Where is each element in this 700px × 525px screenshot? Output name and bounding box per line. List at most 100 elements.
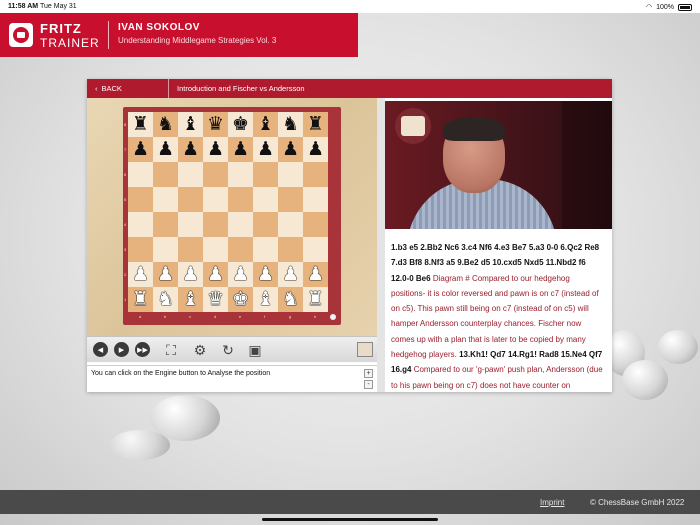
black-pawn-icon[interactable]: ♟ [182,140,199,159]
board-square-c4[interactable] [178,212,203,237]
white-bishop-icon[interactable]: ♝ [257,290,274,309]
white-knight-icon[interactable]: ♞ [282,290,299,309]
board-square-b3[interactable] [153,237,178,262]
board-square-h8[interactable]: ♜ [303,112,328,137]
board-square-h5[interactable] [303,187,328,212]
board-square-a6[interactable] [128,162,153,187]
board-square-a8[interactable]: ♜ [128,112,153,137]
board-square-b6[interactable] [153,162,178,187]
black-bishop-icon[interactable]: ♝ [257,115,274,134]
board-square-d8[interactable]: ♛ [203,112,228,137]
board-square-a1[interactable]: ♜ [128,287,153,312]
board-square-f8[interactable]: ♝ [253,112,278,137]
white-pawn-icon[interactable]: ♟ [207,265,224,284]
board-square-d2[interactable]: ♟ [203,262,228,287]
board-square-b1[interactable]: ♞ [153,287,178,312]
board-square-b4[interactable] [153,212,178,237]
black-knight-icon[interactable]: ♞ [282,115,299,134]
board-square-h6[interactable] [303,162,328,187]
save-button[interactable]: ▣ [246,341,264,359]
board-square-g7[interactable]: ♟ [278,137,303,162]
black-pawn-icon[interactable]: ♟ [232,140,249,159]
white-pawn-icon[interactable]: ♟ [132,265,149,284]
chess-board[interactable]: ♜ ♞ ♝ ♛ ♚ ♝ ♞ ♜ ♟ ♟ ♟ ♟ ♟ ♟ ♟ ♟ ♟ ♟ ♟ ♟ ♟ ♟ ♟ ♟ ♜ ♞ ♝ ♛ ♚ ♝ ♞ ♜ [128,112,328,312]
board-square-d6[interactable] [203,162,228,187]
black-pawn-icon[interactable]: ♟ [132,140,149,159]
board-square-h3[interactable] [303,237,328,262]
board-square-c5[interactable] [178,187,203,212]
next-move-button[interactable]: ▶ [114,342,129,357]
board-square-c1[interactable]: ♝ [178,287,203,312]
board-square-h2[interactable]: ♟ [303,262,328,287]
board-square-g3[interactable] [278,237,303,262]
black-rook-icon[interactable]: ♜ [132,115,149,134]
engine-button[interactable]: ⚙ [191,341,209,359]
board-square-f3[interactable] [253,237,278,262]
black-pawn-icon[interactable]: ♟ [307,140,324,159]
back-button[interactable]: ‹ BACK [87,79,169,98]
white-queen-icon[interactable]: ♛ [207,290,224,309]
board-square-b5[interactable] [153,187,178,212]
board-square-g8[interactable]: ♞ [278,112,303,137]
mini-board-icon[interactable] [357,342,373,357]
white-rook-icon[interactable]: ♜ [307,290,324,309]
scroll-down-button[interactable]: - [364,380,373,389]
board-square-d3[interactable] [203,237,228,262]
black-bishop-icon[interactable]: ♝ [182,115,199,134]
board-square-e2[interactable]: ♟ [228,262,253,287]
board-square-g6[interactable] [278,162,303,187]
prev-move-button[interactable]: ◀ [93,342,108,357]
board-square-e5[interactable] [228,187,253,212]
board-square-c6[interactable] [178,162,203,187]
home-indicator[interactable] [262,518,438,521]
board-square-b8[interactable]: ♞ [153,112,178,137]
board-square-d4[interactable] [203,212,228,237]
board-square-e7[interactable]: ♟ [228,137,253,162]
board-square-c8[interactable]: ♝ [178,112,203,137]
black-pawn-icon[interactable]: ♟ [282,140,299,159]
board-square-g4[interactable] [278,212,303,237]
board-square-f4[interactable] [253,212,278,237]
video-player[interactable] [385,101,612,229]
board-square-h4[interactable] [303,212,328,237]
board-square-c3[interactable] [178,237,203,262]
board-square-g2[interactable]: ♟ [278,262,303,287]
board-square-f6[interactable] [253,162,278,187]
board-square-e3[interactable] [228,237,253,262]
black-knight-icon[interactable]: ♞ [157,115,174,134]
black-pawn-icon[interactable]: ♟ [207,140,224,159]
board-square-d1[interactable]: ♛ [203,287,228,312]
black-pawn-icon[interactable]: ♟ [257,140,274,159]
scroll-up-button[interactable]: + [364,369,373,378]
board-square-a4[interactable] [128,212,153,237]
white-pawn-icon[interactable]: ♟ [257,265,274,284]
white-pawn-icon[interactable]: ♟ [307,265,324,284]
black-queen-icon[interactable]: ♛ [207,115,224,134]
board-square-f1[interactable]: ♝ [253,287,278,312]
board-square-a3[interactable] [128,237,153,262]
board-square-h7[interactable]: ♟ [303,137,328,162]
board-square-d7[interactable]: ♟ [203,137,228,162]
white-pawn-icon[interactable]: ♟ [282,265,299,284]
board-square-c7[interactable]: ♟ [178,137,203,162]
board-square-e1[interactable]: ♚ [228,287,253,312]
board-square-c2[interactable]: ♟ [178,262,203,287]
board-square-f7[interactable]: ♟ [253,137,278,162]
board-square-b7[interactable]: ♟ [153,137,178,162]
board-square-e6[interactable] [228,162,253,187]
board-square-d5[interactable] [203,187,228,212]
black-king-icon[interactable]: ♚ [232,115,249,134]
white-pawn-icon[interactable]: ♟ [182,265,199,284]
board-square-g5[interactable] [278,187,303,212]
end-move-button[interactable]: ▶▶ [135,342,150,357]
white-bishop-icon[interactable]: ♝ [182,290,199,309]
board-square-g1[interactable]: ♞ [278,287,303,312]
board-square-f5[interactable] [253,187,278,212]
white-king-icon[interactable]: ♚ [232,290,249,309]
board-square-a5[interactable] [128,187,153,212]
flip-board-button[interactable]: ↻ [219,341,237,359]
white-rook-icon[interactable]: ♜ [132,290,149,309]
board-square-f2[interactable]: ♟ [253,262,278,287]
imprint-link[interactable]: Imprint [540,498,564,507]
board-square-b2[interactable]: ♟ [153,262,178,287]
